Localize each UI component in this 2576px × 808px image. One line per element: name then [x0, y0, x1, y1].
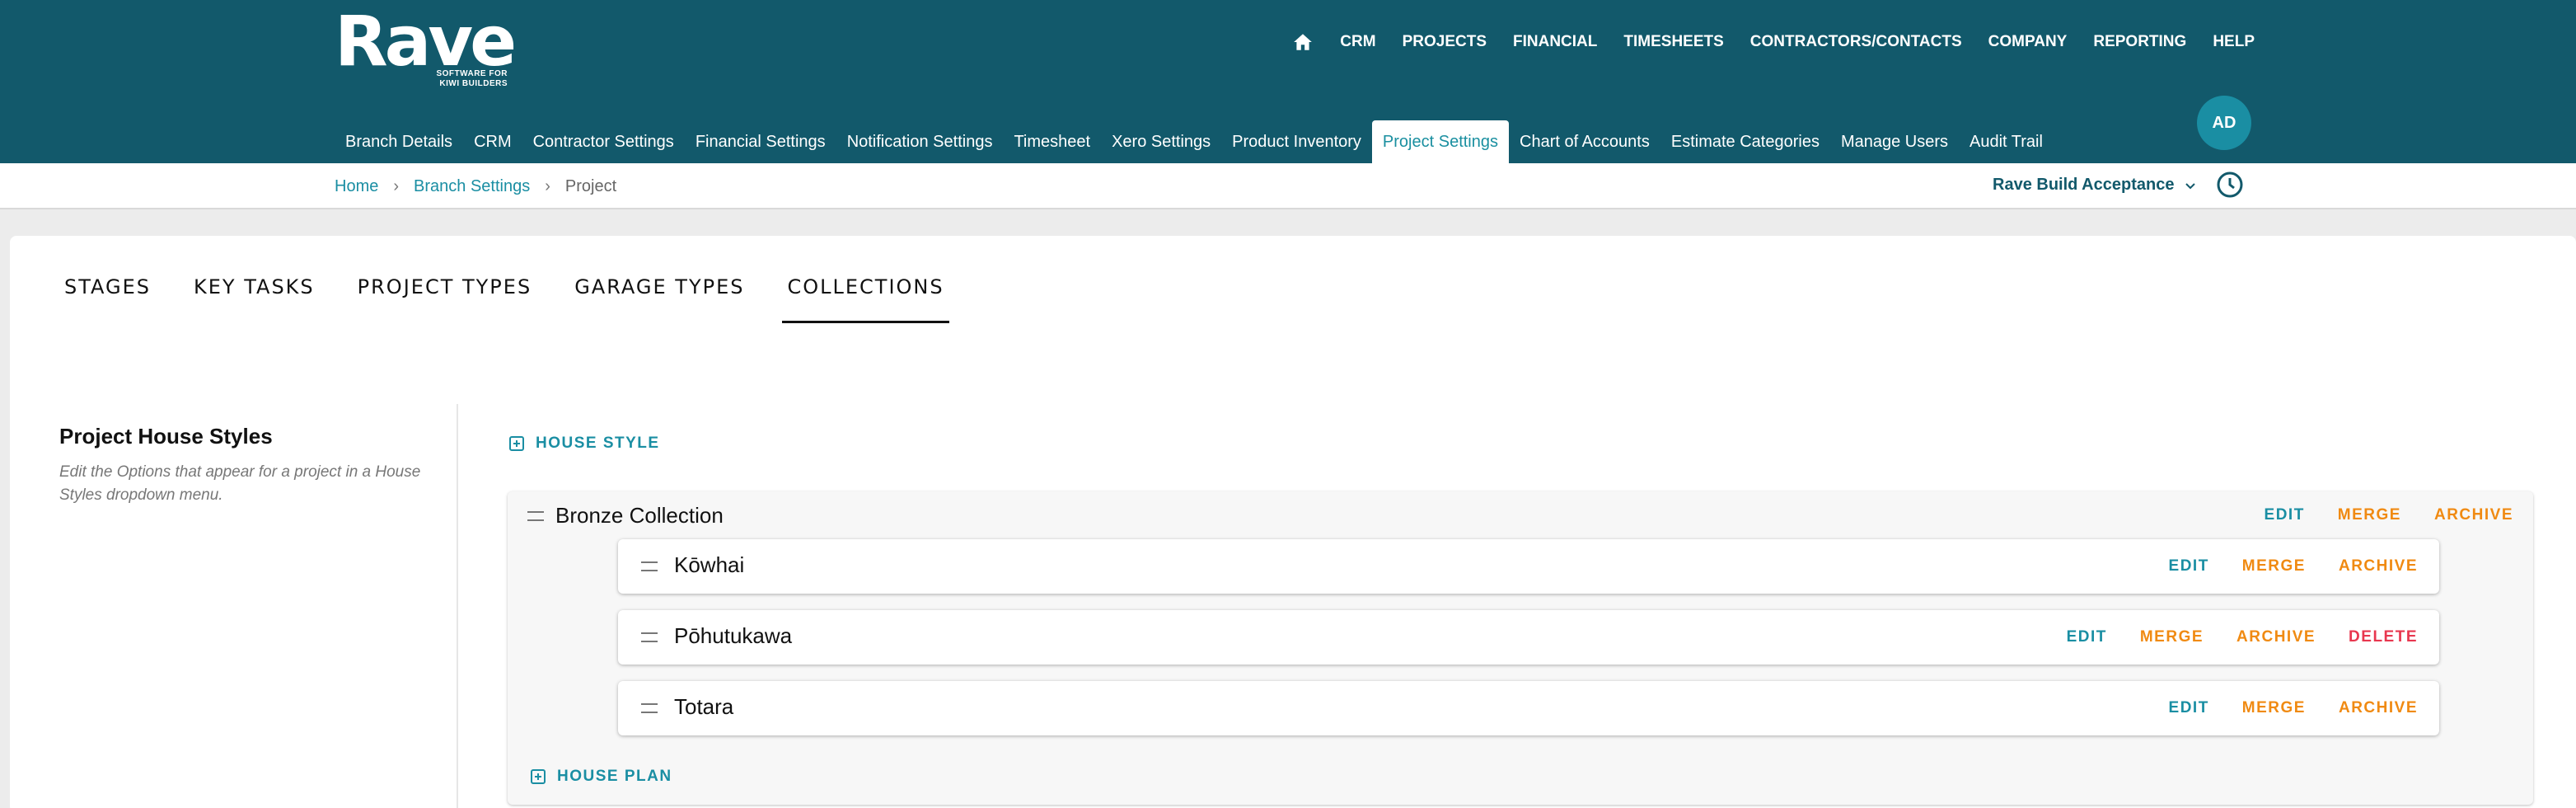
tab-collections[interactable]: COLLECTIONS [782, 275, 949, 323]
subnav-branch-details[interactable]: Branch Details [335, 120, 463, 163]
add-house-plan-label: HOUSE PLAN [557, 768, 672, 785]
item-actions: EDIT MERGE ARCHIVE [2136, 699, 2418, 717]
item-actions: EDIT MERGE ARCHIVE [2136, 557, 2418, 575]
item-merge-button[interactable]: MERGE [2242, 557, 2306, 575]
add-house-plan-button[interactable]: HOUSE PLAN [531, 768, 672, 786]
project-settings-tabs: STAGES KEY TASKS PROJECT TYPES GARAGE TY… [59, 275, 982, 323]
subnav-manage-users[interactable]: Manage Users [1830, 120, 1959, 163]
branch-selector[interactable]: Rave Build Acceptance [1993, 176, 2197, 195]
tab-garage-types[interactable]: GARAGE TYPES [569, 275, 749, 323]
item-delete-button[interactable]: DELETE [2349, 628, 2418, 646]
drag-handle-icon[interactable] [641, 703, 658, 713]
tab-key-tasks[interactable]: KEY TASKS [189, 275, 320, 323]
branch-selector-value: Rave Build Acceptance [1993, 176, 2175, 194]
drag-handle-icon[interactable] [641, 632, 658, 642]
nav-reporting[interactable]: REPORTING [2093, 33, 2186, 51]
section-title: Project House Styles [59, 424, 273, 449]
house-style-item: Pōhutukawa EDIT MERGE ARCHIVE DELETE [618, 610, 2439, 665]
item-merge-button[interactable]: MERGE [2140, 628, 2204, 646]
item-archive-button[interactable]: ARCHIVE [2339, 699, 2418, 717]
nav-company[interactable]: COMPANY [1988, 33, 2068, 51]
subnav-chart-of-accounts[interactable]: Chart of Accounts [1509, 120, 1660, 163]
item-archive-button[interactable]: ARCHIVE [2339, 557, 2418, 575]
plus-square-icon [509, 436, 524, 451]
logo-tagline: SOFTWARE FOR KIWI BUILDERS [436, 69, 508, 88]
top-header: Rave SOFTWARE FOR KIWI BUILDERS CRM PROJ… [0, 0, 2576, 163]
main-nav: CRM PROJECTS FINANCIAL TIMESHEETS CONTRA… [1292, 31, 2255, 53]
subnav-project-settings[interactable]: Project Settings [1371, 120, 1509, 163]
subnav-estimate-categories[interactable]: Estimate Categories [1660, 120, 1830, 163]
subnav-audit-trail[interactable]: Audit Trail [1959, 120, 2054, 163]
breadcrumb-bar: Home › Branch Settings › Project Rave Bu… [0, 163, 2576, 209]
add-house-style-label: HOUSE STYLE [536, 435, 660, 452]
item-actions: EDIT MERGE ARCHIVE DELETE [2034, 628, 2418, 646]
house-style-name: Totara [674, 694, 734, 719]
nav-crm[interactable]: CRM [1340, 33, 1375, 51]
subnav-notification-settings[interactable]: Notification Settings [836, 120, 1004, 163]
item-archive-button[interactable]: ARCHIVE [2236, 628, 2316, 646]
breadcrumb-current: Project [564, 177, 617, 195]
breadcrumb-separator-icon: › [393, 177, 400, 195]
house-style-name: Kōwhai [674, 552, 745, 577]
user-avatar[interactable]: AD [2197, 96, 2251, 150]
breadcrumb-separator-icon: › [545, 177, 550, 195]
settings-card: STAGES KEY TASKS PROJECT TYPES GARAGE TY… [10, 236, 2576, 808]
breadcrumb: Home › Branch Settings › Project [335, 177, 616, 196]
collection-name: Bronze Collection [555, 503, 724, 528]
nav-projects[interactable]: PROJECTS [1403, 33, 1487, 51]
plus-square-icon [531, 769, 546, 784]
nav-timesheets[interactable]: TIMESHEETS [1623, 33, 1723, 51]
house-style-item: Totara EDIT MERGE ARCHIVE [618, 681, 2439, 735]
drag-handle-icon[interactable] [527, 510, 544, 521]
subnav-financial-settings[interactable]: Financial Settings [685, 120, 836, 163]
tab-stages[interactable]: STAGES [59, 275, 156, 323]
settings-subnav: Branch Details CRM Contractor Settings F… [335, 120, 2054, 163]
chevron-down-icon [2185, 182, 2196, 189]
breadcrumb-home[interactable]: Home [335, 177, 378, 196]
collection-actions: EDIT MERGE ARCHIVE [2232, 506, 2513, 524]
item-edit-button[interactable]: EDIT [2169, 699, 2209, 717]
home-icon[interactable] [1292, 31, 1314, 53]
subnav-xero-settings[interactable]: Xero Settings [1101, 120, 1221, 163]
subnav-crm[interactable]: CRM [463, 120, 522, 163]
nav-financial[interactable]: FINANCIAL [1513, 33, 1597, 51]
collection-group: Bronze Collection EDIT MERGE ARCHIVE Kōw… [508, 491, 2533, 805]
drag-handle-icon[interactable] [641, 561, 658, 571]
nav-help[interactable]: HELP [2213, 33, 2255, 51]
section-description: Edit the Options that appear for a proje… [59, 463, 421, 504]
subnav-contractor-settings[interactable]: Contractor Settings [522, 120, 685, 163]
tab-project-types[interactable]: PROJECT TYPES [353, 275, 537, 323]
add-house-style-button[interactable]: HOUSE STYLE [509, 435, 660, 453]
collection-edit-button[interactable]: EDIT [2265, 506, 2305, 524]
collection-header: Bronze Collection [527, 503, 724, 528]
subnav-product-inventory[interactable]: Product Inventory [1221, 120, 1372, 163]
column-divider [457, 404, 458, 808]
clock-icon[interactable] [2215, 170, 2245, 200]
item-merge-button[interactable]: MERGE [2242, 699, 2306, 717]
nav-contractors-contacts[interactable]: CONTRACTORS/CONTACTS [1750, 33, 1962, 51]
item-edit-button[interactable]: EDIT [2169, 557, 2209, 575]
section-info: Project House Styles Edit the Options th… [59, 424, 463, 507]
house-style-item: Kōwhai EDIT MERGE ARCHIVE [618, 539, 2439, 594]
collection-merge-button[interactable]: MERGE [2338, 506, 2401, 524]
breadcrumb-branch-settings[interactable]: Branch Settings [414, 177, 530, 196]
rave-logo[interactable]: Rave SOFTWARE FOR KIWI BUILDERS [335, 1, 517, 88]
house-style-name: Pōhutukawa [674, 623, 793, 648]
collection-archive-button[interactable]: ARCHIVE [2434, 506, 2513, 524]
logo-wordmark: Rave [335, 1, 517, 82]
subnav-timesheet[interactable]: Timesheet [1003, 120, 1101, 163]
item-edit-button[interactable]: EDIT [2067, 628, 2107, 646]
